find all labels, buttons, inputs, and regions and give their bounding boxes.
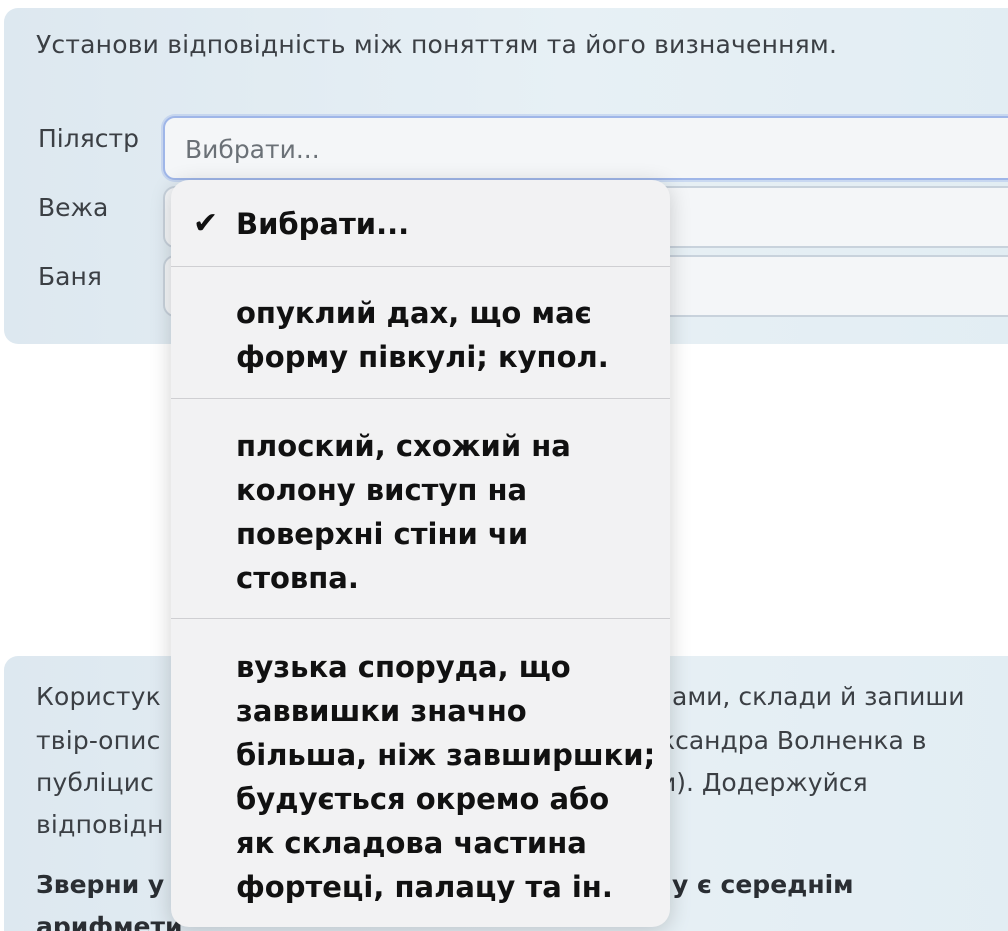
essay-text-line: ами, склади й запиши xyxy=(672,682,965,711)
checkmark-icon: ✔ xyxy=(193,206,219,241)
dropdown-option-placeholder[interactable]: ✔ Вибрати... xyxy=(171,180,670,267)
dropdown-option-pilaster-definition[interactable]: плоский, схожий на колону виступ на пове… xyxy=(171,399,670,619)
option-label: плоский, схожий на колону виступ на пове… xyxy=(236,429,571,595)
essay-bold-line: у є середнім xyxy=(672,870,854,899)
essay-bold-line: арифмети xyxy=(36,912,183,931)
definition-dropdown-menu: ✔ Вибрати... опуклий дах, що має форму п… xyxy=(171,180,670,927)
term-label-pilaster: Пілястр xyxy=(38,124,139,153)
page: Установи відповідність між поняттям та й… xyxy=(0,0,1008,931)
essay-bold-line: Зверни у xyxy=(36,870,165,899)
essay-text-line: твір-опис xyxy=(36,726,161,755)
option-label: вузька споруда, що заввишки значно більш… xyxy=(236,650,656,904)
essay-text-line: Користук xyxy=(36,682,161,711)
dropdown-option-dome-definition[interactable]: опуклий дах, що має форму півкулі; купол… xyxy=(171,267,670,399)
essay-text-line: публіцис xyxy=(36,768,155,797)
option-label: Вибрати... xyxy=(236,207,410,241)
option-label: опуклий дах, що має форму півкулі; купол… xyxy=(236,296,609,374)
dropdown-option-tower-definition[interactable]: вузька споруда, що заввишки значно більш… xyxy=(171,619,670,927)
task-prompt: Установи відповідність між поняттям та й… xyxy=(36,30,838,59)
definition-select-pilaster[interactable]: Вибрати... xyxy=(163,116,1008,180)
essay-text-line: ксандра Волненка в xyxy=(660,726,927,755)
term-label-dome: Баня xyxy=(38,262,102,291)
essay-text-line: и). Додержуйся xyxy=(660,768,868,797)
essay-text-line: відповідн xyxy=(36,810,164,839)
select-value: Вибрати... xyxy=(185,135,320,164)
term-label-tower: Вежа xyxy=(38,193,109,222)
